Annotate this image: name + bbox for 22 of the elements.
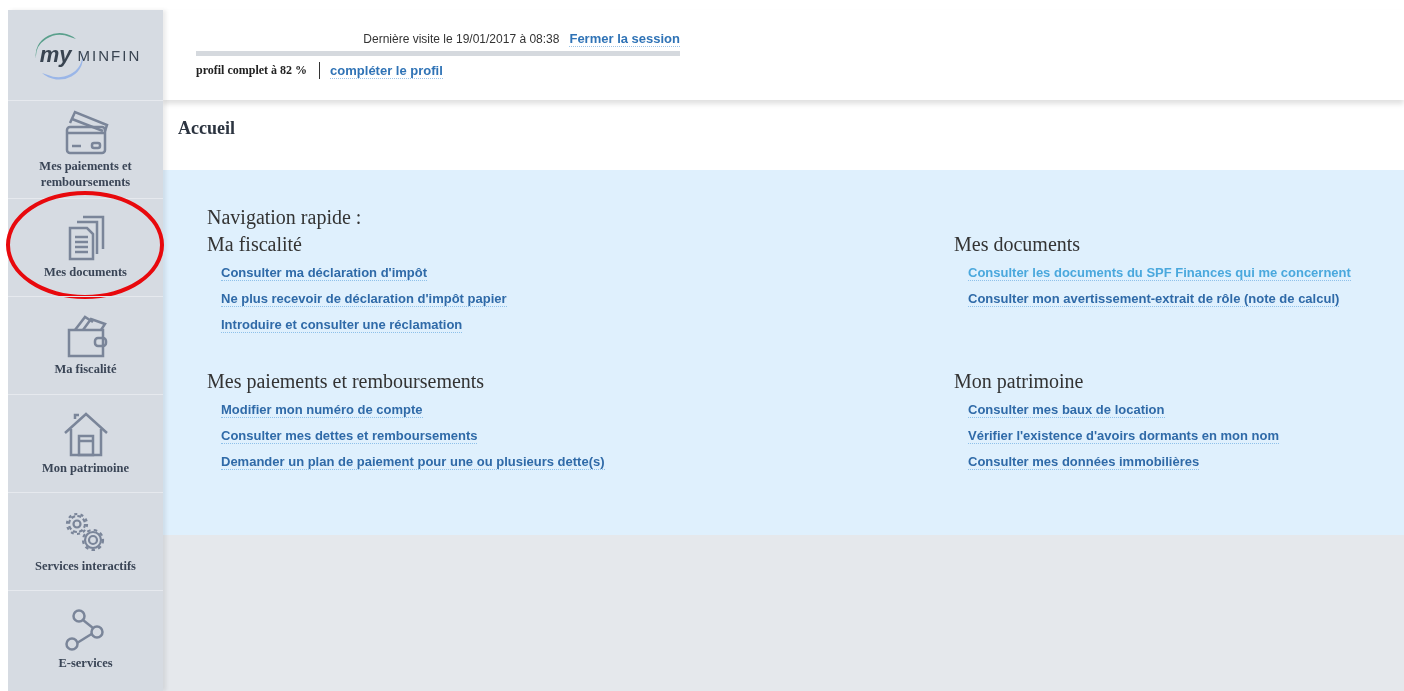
quick-link[interactable]: Consulter mes données immobilières xyxy=(968,454,1200,470)
quick-link[interactable]: Consulter mon avertissement-extrait de rôle (note de calcul) xyxy=(968,291,1340,307)
quick-link[interactable]: Consulter mes dettes et remboursements xyxy=(221,428,478,444)
quick-link[interactable]: Ne plus recevoir de déclaration d'impôt papier xyxy=(221,291,507,307)
quick-link[interactable]: Consulter ma déclaration d'impôt xyxy=(221,265,428,281)
quick-link[interactable]: Modifier mon numéro de compte xyxy=(221,402,423,418)
logo-prefix: my xyxy=(39,42,72,68)
quick-navigation-title: Navigation rapide : xyxy=(207,206,363,229)
quick-link[interactable]: Introduire et consulter une réclamation xyxy=(221,317,463,333)
section-heading: Ma fiscalité xyxy=(207,232,303,257)
quick-link[interactable]: Demander un plan de paiement pour une ou plusieurs dette(s) xyxy=(221,454,605,470)
quick-link[interactable]: Consulter mes baux de location xyxy=(968,402,1165,418)
logo-name: MINFIN xyxy=(77,46,142,64)
logout-link[interactable]: Fermer la session xyxy=(569,31,680,47)
complete-profile-link[interactable]: compléter le profil xyxy=(330,62,443,79)
section-heading: Mon patrimoine xyxy=(954,369,1085,394)
profile-status: profil complet à 82 % xyxy=(196,62,321,79)
section-heading: Mes documents xyxy=(954,232,1082,257)
quick-link[interactable]: Vérifier l'existence d'avoirs dormants en mon nom xyxy=(968,428,1280,444)
section-heading: Mes paiements et remboursements xyxy=(207,369,486,394)
last-visit-text: Dernière visite le 19/01/2017 à 08:38 xyxy=(363,32,560,46)
page-title: Accueil xyxy=(178,118,236,139)
